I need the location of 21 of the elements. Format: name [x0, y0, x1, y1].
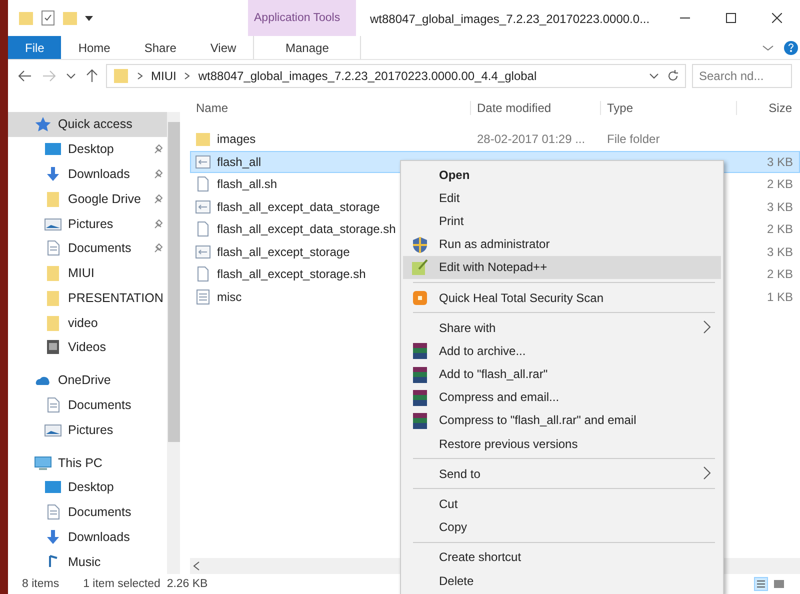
window-title: wt88047_global_images_7.2.23_20170223.0000.0... [369, 11, 651, 28]
table-cell-text: 1 KB [766, 290, 794, 304]
context-tab-header: Application Tools [248, 0, 356, 36]
file-name: flash_all_except_storage.sh [217, 267, 366, 282]
table-cell-text: 3 KB [766, 200, 794, 214]
table-cell-text: 3 KB [766, 244, 794, 259]
table-cell-text: 2 KB [766, 177, 794, 192]
file-name: flash_all_except_data_storage.sh [217, 222, 396, 236]
table-cell-text: 28-02-2017 01:29 ... [476, 132, 586, 146]
file-name: flash_all.sh [217, 177, 278, 192]
status-text: 8 items [22, 578, 60, 590]
file-name: flash_all [217, 154, 262, 169]
file-name: misc [217, 290, 242, 304]
file-name: images [217, 132, 256, 146]
table-cell-text: File folder [606, 132, 661, 146]
table-cell-text: 3 KB [766, 154, 794, 169]
status-text: 1 item selected 2.26 KB [83, 578, 208, 590]
file-name: flash_all_except_storage [217, 244, 350, 259]
table-cell-text: 2 KB [766, 267, 794, 282]
file-name: flash_all_except_data_storage [217, 200, 380, 214]
table-cell-text: 2 KB [766, 222, 794, 236]
